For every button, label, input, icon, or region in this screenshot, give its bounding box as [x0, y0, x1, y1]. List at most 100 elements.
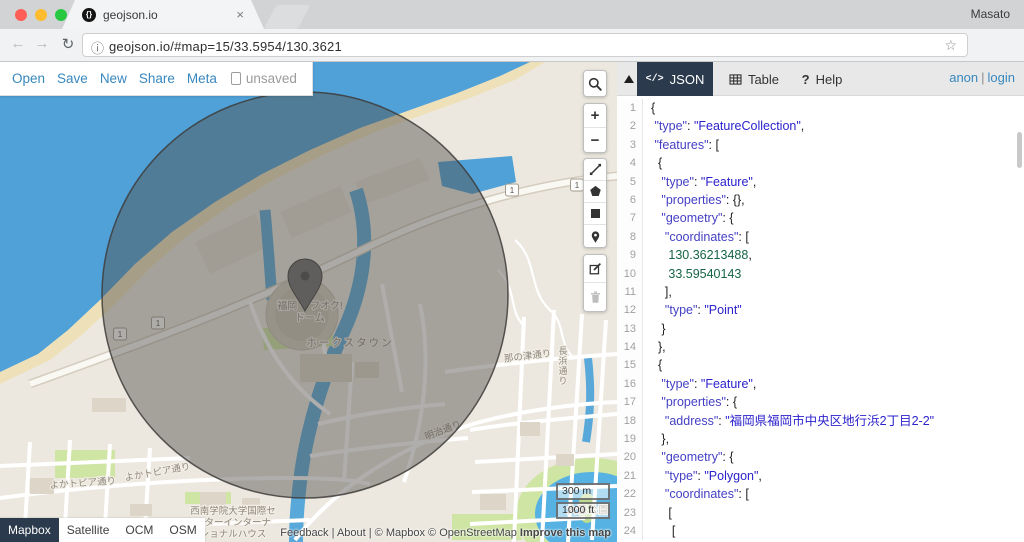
line-code: { — [651, 156, 663, 171]
save-status: unsaved — [230, 71, 297, 86]
editor-line[interactable]: 11 ], — [617, 282, 1024, 302]
editor-line[interactable]: 2 "type": "FeatureCollection", — [617, 117, 1024, 136]
new-tab-button[interactable] — [263, 5, 311, 29]
window-zoom-button[interactable] — [55, 9, 67, 21]
line-number: 3 — [617, 135, 643, 155]
draw-rectangle-icon[interactable] — [584, 203, 606, 225]
editor-line[interactable]: 20 "geometry": { — [617, 448, 1024, 467]
editor-line[interactable]: 17 "properties": { — [617, 393, 1024, 412]
tab-close-icon[interactable]: × — [236, 7, 244, 22]
table-icon — [729, 73, 742, 85]
browser-tab-strip: {} geojson.io × Masato — [0, 0, 1024, 29]
page-info-icon[interactable]: ⓘ — [91, 38, 104, 57]
delete-icon[interactable] — [584, 283, 606, 311]
editor-line[interactable]: 9 130.36213488, — [617, 246, 1024, 265]
editor-line[interactable]: 19 }, — [617, 430, 1024, 449]
zoom-out-icon[interactable]: − — [584, 128, 606, 152]
draw-line-icon[interactable] — [584, 159, 606, 181]
attribution-osm-link[interactable]: © OpenStreetMap — [428, 527, 517, 539]
map-pane[interactable]: 福岡 ヤフオク!ドームホークスタウンよかトピア通りよかトピア通り那の津通り長浜通… — [0, 62, 617, 542]
json-editor[interactable]: 1{2 "type": "FeatureCollection", 3 "featu… — [617, 96, 1024, 542]
editor-line[interactable]: 1{ — [617, 99, 1024, 118]
attribution-separator: | — [368, 527, 372, 539]
line-number: 18 — [617, 411, 643, 431]
toolbar-link-share[interactable]: Share — [139, 71, 175, 86]
map-canvas[interactable]: 福岡 ヤフオク!ドームホークスタウンよかトピア通りよかトピア通り那の津通り長浜通… — [0, 62, 617, 542]
browser-window: {} geojson.io × Masato ← → ↻ ⓘ geojson.i… — [0, 0, 1024, 542]
editor-line[interactable]: 10 33.59540143 — [617, 264, 1024, 283]
line-code: "coordinates": [ — [664, 487, 749, 502]
auth-separator: | — [981, 70, 985, 85]
line-number: 2 — [617, 117, 643, 136]
editor-line[interactable]: 7 "geometry": { — [617, 209, 1024, 228]
toolbar-link-open[interactable]: Open — [12, 71, 45, 86]
line-code: "type": "FeatureCollection", — [654, 119, 805, 134]
editor-line[interactable]: 24 [ — [617, 521, 1024, 541]
editor-line[interactable]: 13 } — [617, 319, 1024, 339]
editor-line[interactable]: 22 "coordinates": [ — [617, 485, 1024, 504]
attribution-feedback-link[interactable]: Feedback — [280, 527, 328, 539]
window-minimize-button[interactable] — [35, 9, 47, 21]
line-number: 11 — [617, 282, 643, 302]
line-code: [ — [651, 523, 676, 538]
attribution-mapbox-link[interactable]: © Mapbox — [375, 527, 425, 539]
line-code: "type": "Feature", — [661, 174, 757, 189]
toolbar-link-save[interactable]: Save — [57, 71, 88, 86]
geojson-toolbar: Open Save New Share Meta unsaved — [0, 62, 313, 96]
tab-label: JSON — [669, 71, 705, 87]
back-icon[interactable]: ← — [8, 35, 28, 52]
editor-line[interactable]: 16 "type": "Feature", — [617, 374, 1024, 394]
anon-link[interactable]: anon — [949, 70, 978, 85]
layer-button-osm[interactable]: OSM — [161, 518, 205, 542]
reload-icon[interactable]: ↻ — [58, 35, 78, 53]
zoom-in-icon[interactable]: + — [584, 104, 606, 128]
editor-line[interactable]: 21 "type": "Polygon", — [617, 466, 1024, 486]
tab-help[interactable]: ? Help — [795, 62, 849, 96]
bookmark-star-icon[interactable]: ☆ — [944, 37, 957, 54]
window-close-button[interactable] — [15, 9, 27, 21]
chrome-profile-name[interactable]: Masato — [971, 7, 1010, 21]
url-text[interactable]: geojson.io/#map=15/33.5954/130.3621 — [109, 39, 342, 54]
editor-line[interactable]: 15 { — [617, 356, 1024, 375]
draw-marker-icon[interactable] — [584, 225, 606, 247]
map-place-label: 長浜通り — [558, 346, 567, 386]
editor-line[interactable]: 8 "coordinates": [ — [617, 227, 1024, 247]
forward-icon[interactable]: → — [32, 35, 52, 52]
panel-collapse-icon[interactable] — [624, 75, 634, 83]
search-icon[interactable] — [584, 71, 606, 96]
editor-line[interactable]: 3 "features": [ — [617, 135, 1024, 155]
attribution-about-link[interactable]: About — [337, 527, 366, 539]
attribution-separator: | — [331, 527, 335, 539]
map-control-group — [583, 254, 607, 312]
layer-button-mapbox[interactable]: Mapbox — [0, 518, 59, 542]
toolbar-link-meta[interactable]: Meta — [187, 71, 217, 86]
line-number: 13 — [617, 319, 643, 339]
line-code: } — [651, 321, 666, 336]
address-bar[interactable]: ⓘ geojson.io/#map=15/33.5954/130.3621 ☆ — [82, 33, 968, 57]
editor-line[interactable]: 5 "type": "Feature", — [617, 172, 1024, 191]
editor-line[interactable]: 14 }, — [617, 338, 1024, 357]
editor-scrollbar[interactable] — [1017, 132, 1022, 168]
tab-table[interactable]: Table — [723, 62, 785, 96]
editor-line[interactable]: 6 "properties": {}, — [617, 190, 1024, 210]
tab-json[interactable]: </> JSON — [637, 62, 713, 96]
layer-button-satellite[interactable]: Satellite — [58, 518, 118, 542]
line-number: 14 — [617, 338, 643, 357]
toolbar-link-new[interactable]: New — [100, 71, 127, 86]
editor-line[interactable]: 4 { — [617, 154, 1024, 173]
layer-button-ocm[interactable]: OCM — [117, 518, 162, 542]
editor-line[interactable]: 12 "type": "Point" — [617, 301, 1024, 320]
line-code: [ — [651, 505, 672, 520]
edit-icon[interactable] — [584, 255, 606, 283]
login-link[interactable]: login — [988, 70, 1015, 85]
draw-polygon-icon[interactable] — [584, 181, 606, 203]
attribution-improve-link[interactable]: Improve this map — [520, 527, 611, 539]
line-number: 8 — [617, 227, 643, 247]
line-code: 130.36213488, — [668, 248, 752, 263]
editor-line[interactable]: 18 "address": "福岡県福岡市中央区地行浜2丁目2-2" — [617, 411, 1024, 431]
editor-line[interactable]: 23 [ — [617, 503, 1024, 522]
browser-tab[interactable]: {} geojson.io × — [62, 0, 264, 29]
route-shield: 1 — [505, 183, 519, 197]
line-number: 15 — [617, 356, 643, 375]
line-code: ], — [651, 284, 672, 299]
